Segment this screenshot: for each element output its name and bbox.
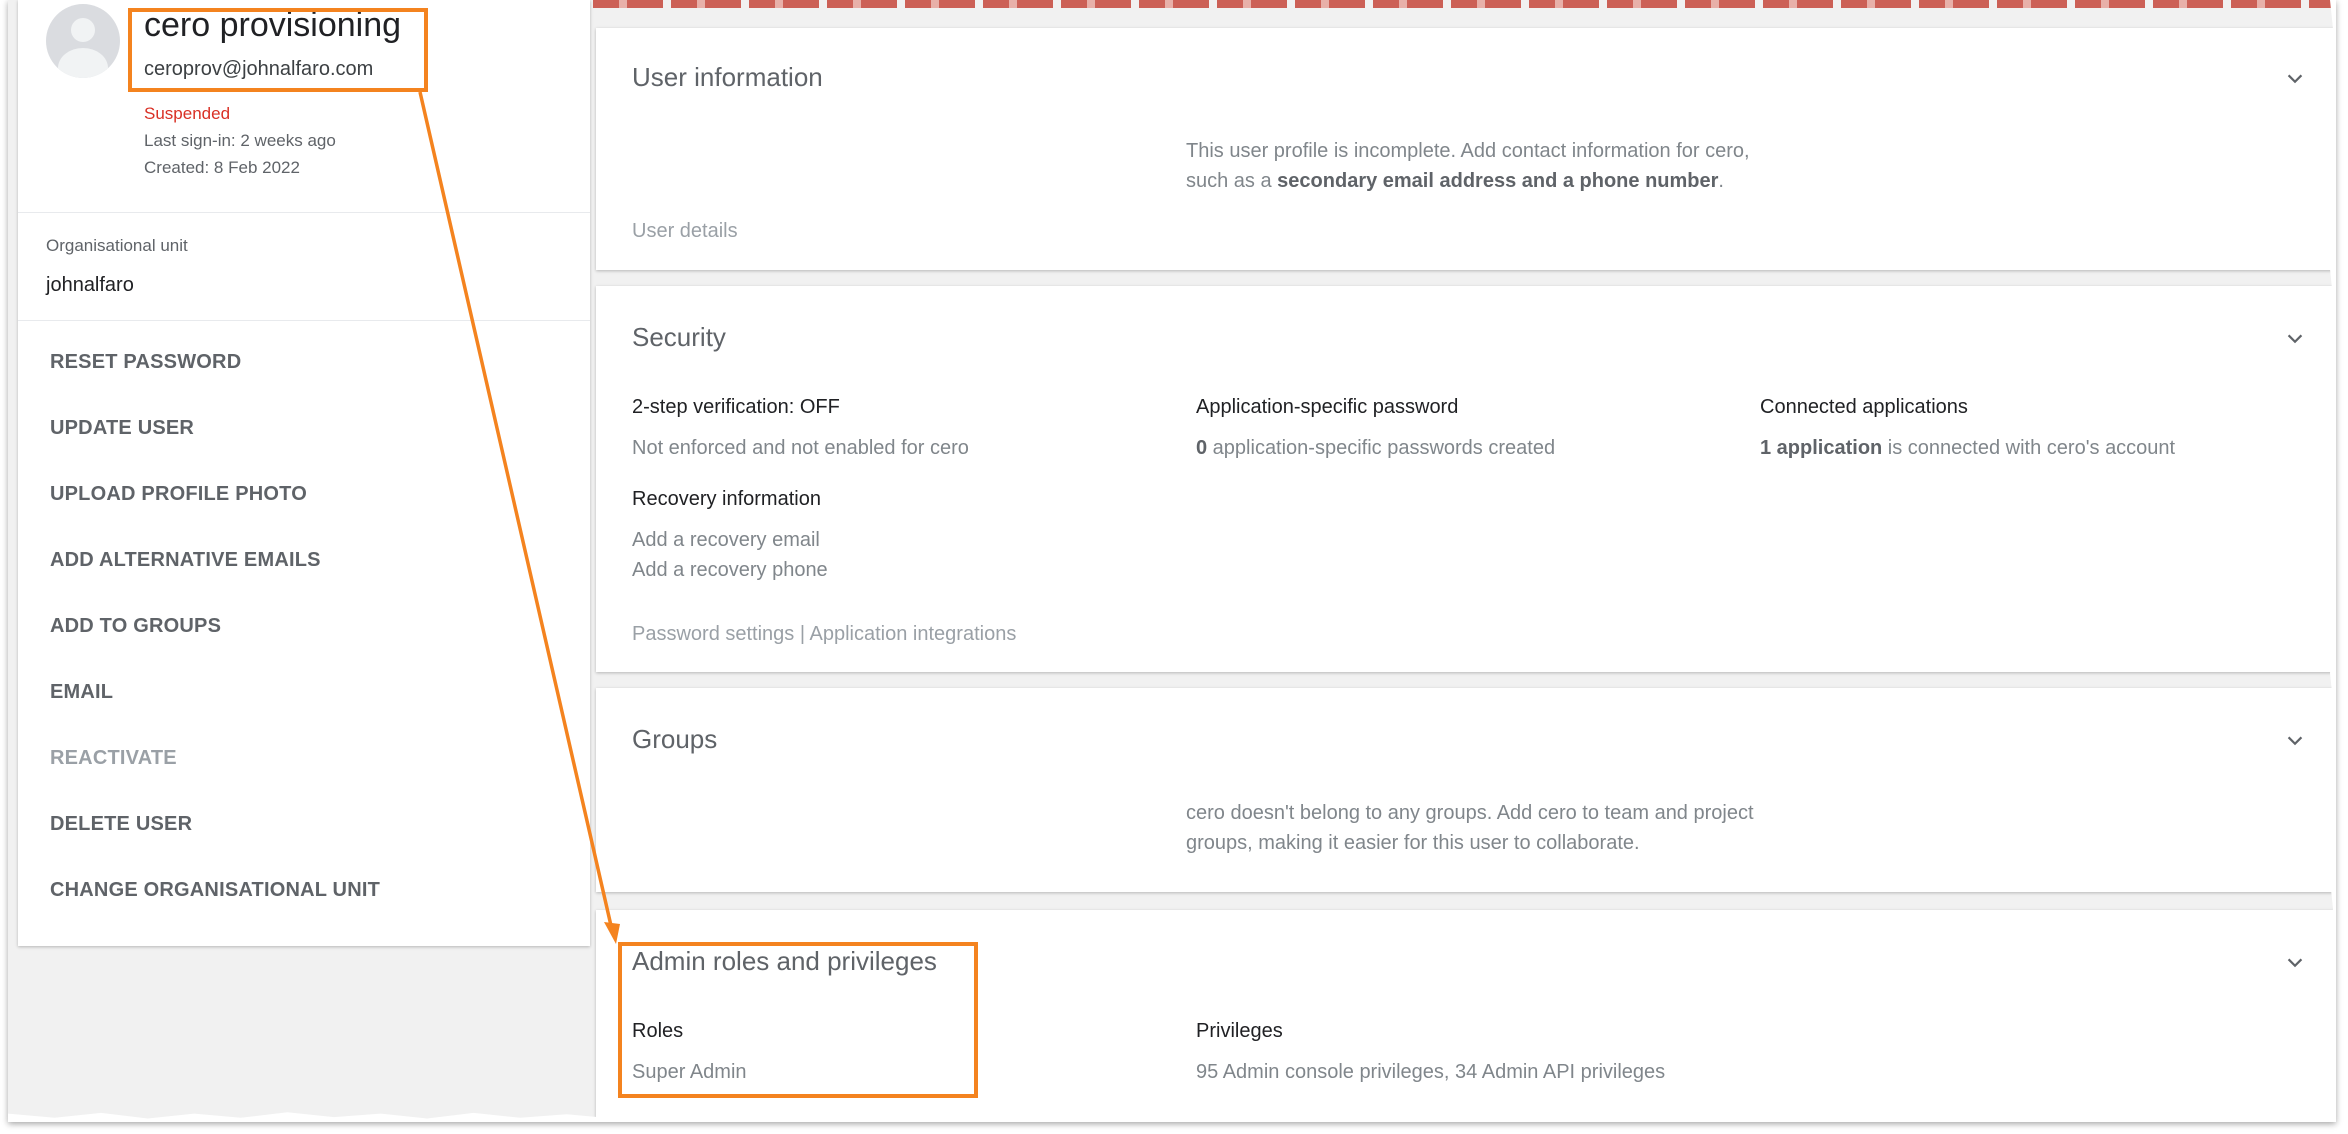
reactivate-button[interactable]: REACTIVATE (50, 748, 380, 814)
add-to-groups-button[interactable]: ADD TO GROUPS (50, 616, 380, 682)
person-avatar-icon (46, 4, 120, 78)
email-button[interactable]: EMAIL (50, 682, 380, 748)
two-step-heading: 2-step verification: OFF (632, 396, 840, 418)
security-title: Security (632, 322, 726, 352)
chevron-down-icon[interactable] (2284, 328, 2306, 350)
upload-profile-photo-button[interactable]: UPLOAD PROFILE PHOTO (50, 484, 380, 550)
last-signin: Last sign-in: 2 weeks ago (144, 131, 336, 150)
groups-message: cero doesn't belong to any groups. Add c… (1186, 802, 1754, 854)
app-integrations-link[interactable]: Application integrations (810, 623, 1017, 645)
screenshot-canvas: cero provisioning ceroprov@johnalfaro.co… (8, 0, 2336, 1122)
user-information-message: This user profile is incomplete. Add con… (1186, 136, 1786, 196)
link-separator: | (794, 623, 810, 645)
privileges-value: 95 Admin console privileges, 34 Admin AP… (1196, 1061, 1666, 1083)
two-step-text: Not enforced and not enabled for cero (632, 437, 969, 459)
chevron-down-icon[interactable] (2284, 730, 2306, 752)
app-password-text: 0 application-specific passwords created (1196, 437, 1555, 460)
user-summary-panel: cero provisioning ceroprov@johnalfaro.co… (18, 0, 590, 946)
org-unit-label: Organisational unit (46, 236, 188, 255)
security-links: Password settings | Application integrat… (632, 623, 1016, 646)
app-password-count: 0 (1196, 437, 1208, 459)
recovery-email-link[interactable]: Add a recovery email (632, 529, 820, 552)
message-end: . (1718, 170, 1724, 192)
user-information-card[interactable]: User information This user profile is in… (596, 28, 2336, 270)
user-details-link[interactable]: User details (632, 220, 738, 243)
user-information-title: User information (632, 62, 823, 92)
divider (18, 212, 590, 213)
security-card[interactable]: Security 2-step verification: OFF Not en… (596, 286, 2336, 672)
chevron-down-icon[interactable] (2284, 68, 2306, 90)
status-badge: Suspended (144, 104, 231, 123)
delete-user-button[interactable]: DELETE USER (50, 814, 380, 880)
groups-title: Groups (632, 724, 718, 754)
org-unit-value: johnalfaro (46, 274, 134, 296)
divider (18, 320, 590, 321)
password-settings-link[interactable]: Password settings (632, 623, 794, 645)
user-actions-list: RESET PASSWORD UPDATE USER UPLOAD PROFIL… (50, 352, 380, 946)
update-user-button[interactable]: UPDATE USER (50, 418, 380, 484)
connected-apps-text: 1 application is connected with cero's a… (1760, 437, 2175, 460)
add-alternative-emails-button[interactable]: ADD ALTERNATIVE EMAILS (50, 550, 380, 616)
privileges-heading: Privileges (1196, 1020, 1283, 1042)
connected-apps-desc: is connected with cero's account (1882, 437, 2176, 459)
app-password-heading: Application-specific password (1196, 396, 1459, 418)
connected-apps-heading: Connected applications (1760, 396, 1968, 418)
top-edge-strip (593, 0, 2336, 8)
message-bold: secondary email address and a phone numb… (1277, 170, 1719, 192)
highlight-box-admin-roles (618, 942, 978, 1098)
app-password-desc: application-specific passwords created (1207, 437, 1556, 459)
chevron-down-icon[interactable] (2284, 952, 2306, 974)
recovery-heading: Recovery information (632, 488, 821, 510)
recovery-phone-link[interactable]: Add a recovery phone (632, 559, 828, 582)
connected-apps-count: 1 application (1760, 437, 1883, 459)
reset-password-button[interactable]: RESET PASSWORD (50, 352, 380, 418)
groups-card[interactable]: Groups cero doesn't belong to any groups… (596, 688, 2336, 892)
created-date: Created: 8 Feb 2022 (144, 158, 300, 177)
change-org-unit-button[interactable]: CHANGE ORGANISATIONAL UNIT (50, 880, 380, 946)
highlight-box-user (128, 8, 428, 92)
